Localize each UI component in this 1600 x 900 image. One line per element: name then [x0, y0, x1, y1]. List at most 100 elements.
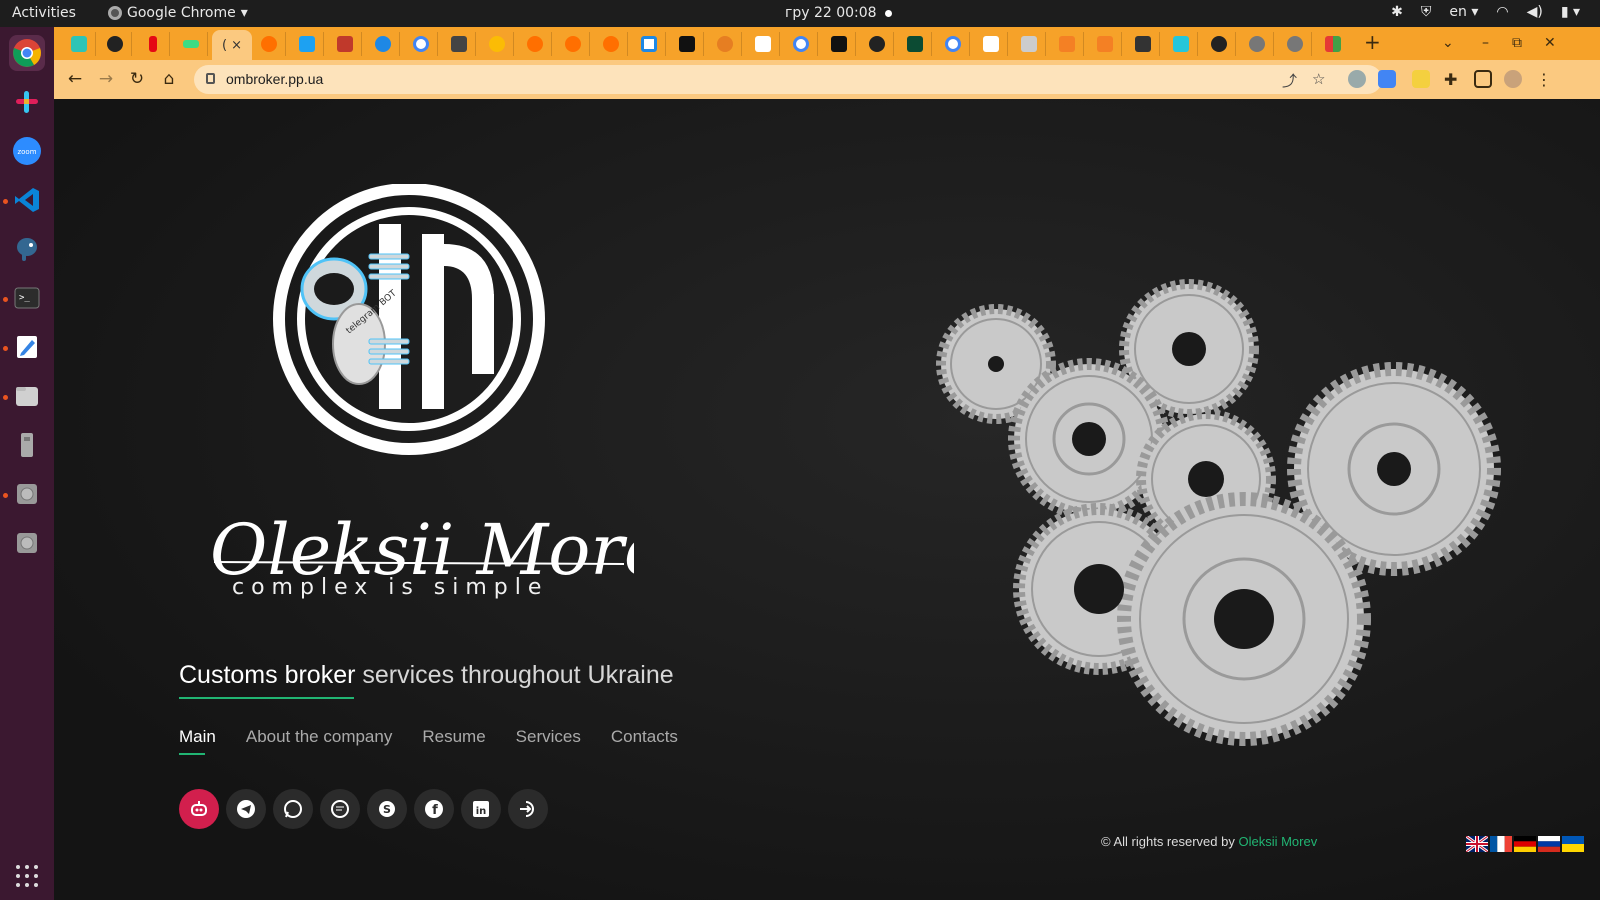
- tab[interactable]: [404, 32, 438, 56]
- back-button[interactable]: ←: [64, 69, 86, 89]
- tab[interactable]: [822, 32, 856, 56]
- tab[interactable]: [62, 32, 96, 56]
- tab[interactable]: [98, 32, 132, 56]
- tab[interactable]: [670, 32, 704, 56]
- translate-extension-icon[interactable]: [1378, 70, 1396, 88]
- headline-highlight: Customs broker: [179, 661, 356, 689]
- tab[interactable]: [442, 32, 476, 56]
- wifi-icon[interactable]: ◠: [1496, 4, 1508, 20]
- tab[interactable]: [1050, 32, 1084, 56]
- side-panel-icon[interactable]: [1474, 70, 1492, 88]
- tab[interactable]: [708, 32, 742, 56]
- battery-icon[interactable]: ▮ ▾: [1561, 4, 1580, 20]
- disk-dock-icon[interactable]: [9, 476, 45, 512]
- telegram-button[interactable]: [226, 789, 266, 829]
- vscode-dock-icon[interactable]: [9, 182, 45, 218]
- profile-avatar[interactable]: [1504, 70, 1522, 88]
- restore-button[interactable]: ⧉: [1512, 35, 1522, 51]
- flag-en-icon[interactable]: [1466, 836, 1488, 852]
- tab[interactable]: [936, 32, 970, 56]
- login-button[interactable]: [508, 789, 548, 829]
- tab[interactable]: [136, 32, 170, 56]
- reload-button[interactable]: ↻: [126, 69, 148, 89]
- clock[interactable]: гру 22 00:08: [785, 5, 892, 21]
- show-apps-grid-icon[interactable]: [16, 865, 38, 887]
- home-button[interactable]: ⌂: [158, 69, 180, 89]
- tab[interactable]: [1202, 32, 1236, 56]
- tab[interactable]: [366, 32, 400, 56]
- vpn-extension-icon[interactable]: [1348, 70, 1366, 88]
- bookmark-star-icon[interactable]: ☆: [1312, 70, 1325, 88]
- tab[interactable]: [1126, 32, 1160, 56]
- facebook-button[interactable]: f: [414, 789, 454, 829]
- nav-about[interactable]: About the company: [246, 727, 392, 747]
- nav-contacts[interactable]: Contacts: [611, 727, 678, 747]
- flag-ru-icon[interactable]: [1538, 836, 1560, 852]
- tab[interactable]: [480, 32, 514, 56]
- tab[interactable]: [974, 32, 1008, 56]
- nav-resume[interactable]: Resume: [422, 727, 485, 747]
- tab-favicon-icon: [678, 36, 695, 52]
- tab[interactable]: [1240, 32, 1274, 56]
- postgres-dock-icon[interactable]: [9, 231, 45, 267]
- slack-tray-icon[interactable]: ✱: [1391, 4, 1403, 20]
- tab[interactable]: [1012, 32, 1046, 56]
- disk-dock-icon[interactable]: [9, 525, 45, 561]
- linkedin-button[interactable]: in: [461, 789, 501, 829]
- tab[interactable]: [632, 32, 666, 56]
- app-menu[interactable]: Google Chrome ▾: [108, 5, 248, 21]
- skype-button[interactable]: S: [367, 789, 407, 829]
- bot-button[interactable]: [179, 789, 219, 829]
- tab[interactable]: [1088, 32, 1122, 56]
- terminal-dock-icon[interactable]: >_: [9, 280, 45, 316]
- url-text[interactable]: ombroker.pp.ua: [226, 71, 323, 87]
- address-bar[interactable]: ombroker.pp.ua ⤴ ☆: [194, 65, 1382, 94]
- tab[interactable]: [1316, 32, 1350, 56]
- tab[interactable]: [898, 32, 932, 56]
- slack-dock-icon[interactable]: [9, 84, 45, 120]
- shield-icon[interactable]: ⛨: [1421, 4, 1432, 20]
- footer-author-link[interactable]: Oleksii Morev: [1238, 834, 1317, 849]
- nav-services[interactable]: Services: [516, 727, 581, 747]
- lock-icon[interactable]: [206, 73, 215, 84]
- text-editor-dock-icon[interactable]: [9, 329, 45, 365]
- tab[interactable]: [784, 32, 818, 56]
- zoom-dock-icon[interactable]: zoom: [9, 133, 45, 169]
- flag-fr-icon[interactable]: [1490, 836, 1512, 852]
- extensions-puzzle-icon[interactable]: ✚: [1444, 70, 1462, 89]
- volume-icon[interactable]: ◀): [1527, 4, 1543, 20]
- whatsapp-button[interactable]: [273, 789, 313, 829]
- system-tray[interactable]: ✱ ⛨ en ▾ ◠ ◀) ▮ ▾: [1391, 4, 1580, 20]
- tab-search-chevron-icon[interactable]: ⌄: [1442, 35, 1454, 51]
- flag-de-icon[interactable]: [1514, 836, 1536, 852]
- tab-favicon-icon: [1325, 36, 1341, 52]
- flag-ua-icon[interactable]: [1562, 836, 1584, 852]
- minimize-button[interactable]: –: [1482, 35, 1489, 51]
- active-tab-close[interactable]: ( ×: [222, 38, 242, 53]
- chrome-dock-icon[interactable]: [9, 35, 45, 71]
- tab[interactable]: [328, 32, 362, 56]
- tab[interactable]: [1278, 32, 1312, 56]
- tab[interactable]: [518, 32, 552, 56]
- tab[interactable]: [860, 32, 894, 56]
- activities-button[interactable]: Activities: [12, 5, 76, 21]
- extension-icon[interactable]: [1412, 70, 1430, 88]
- close-button[interactable]: ✕: [1544, 35, 1556, 51]
- tab[interactable]: [746, 32, 780, 56]
- tab[interactable]: [290, 32, 324, 56]
- tab[interactable]: [556, 32, 590, 56]
- chat-button[interactable]: [320, 789, 360, 829]
- tab[interactable]: [174, 32, 208, 56]
- tab-active[interactable]: ( ×: [212, 30, 252, 60]
- menu-kebab-icon[interactable]: ⋮: [1536, 70, 1554, 89]
- usb-drive-dock-icon[interactable]: [9, 427, 45, 463]
- tab[interactable]: [252, 32, 286, 56]
- language-indicator[interactable]: en ▾: [1449, 4, 1478, 20]
- tab[interactable]: [1164, 32, 1198, 56]
- tab[interactable]: [594, 32, 628, 56]
- share-icon[interactable]: ⤴: [1282, 70, 1297, 91]
- new-tab-button[interactable]: +: [1364, 30, 1381, 54]
- nav-main[interactable]: Main: [179, 727, 216, 755]
- files-dock-icon[interactable]: [9, 378, 45, 414]
- forward-button[interactable]: →: [95, 69, 117, 89]
